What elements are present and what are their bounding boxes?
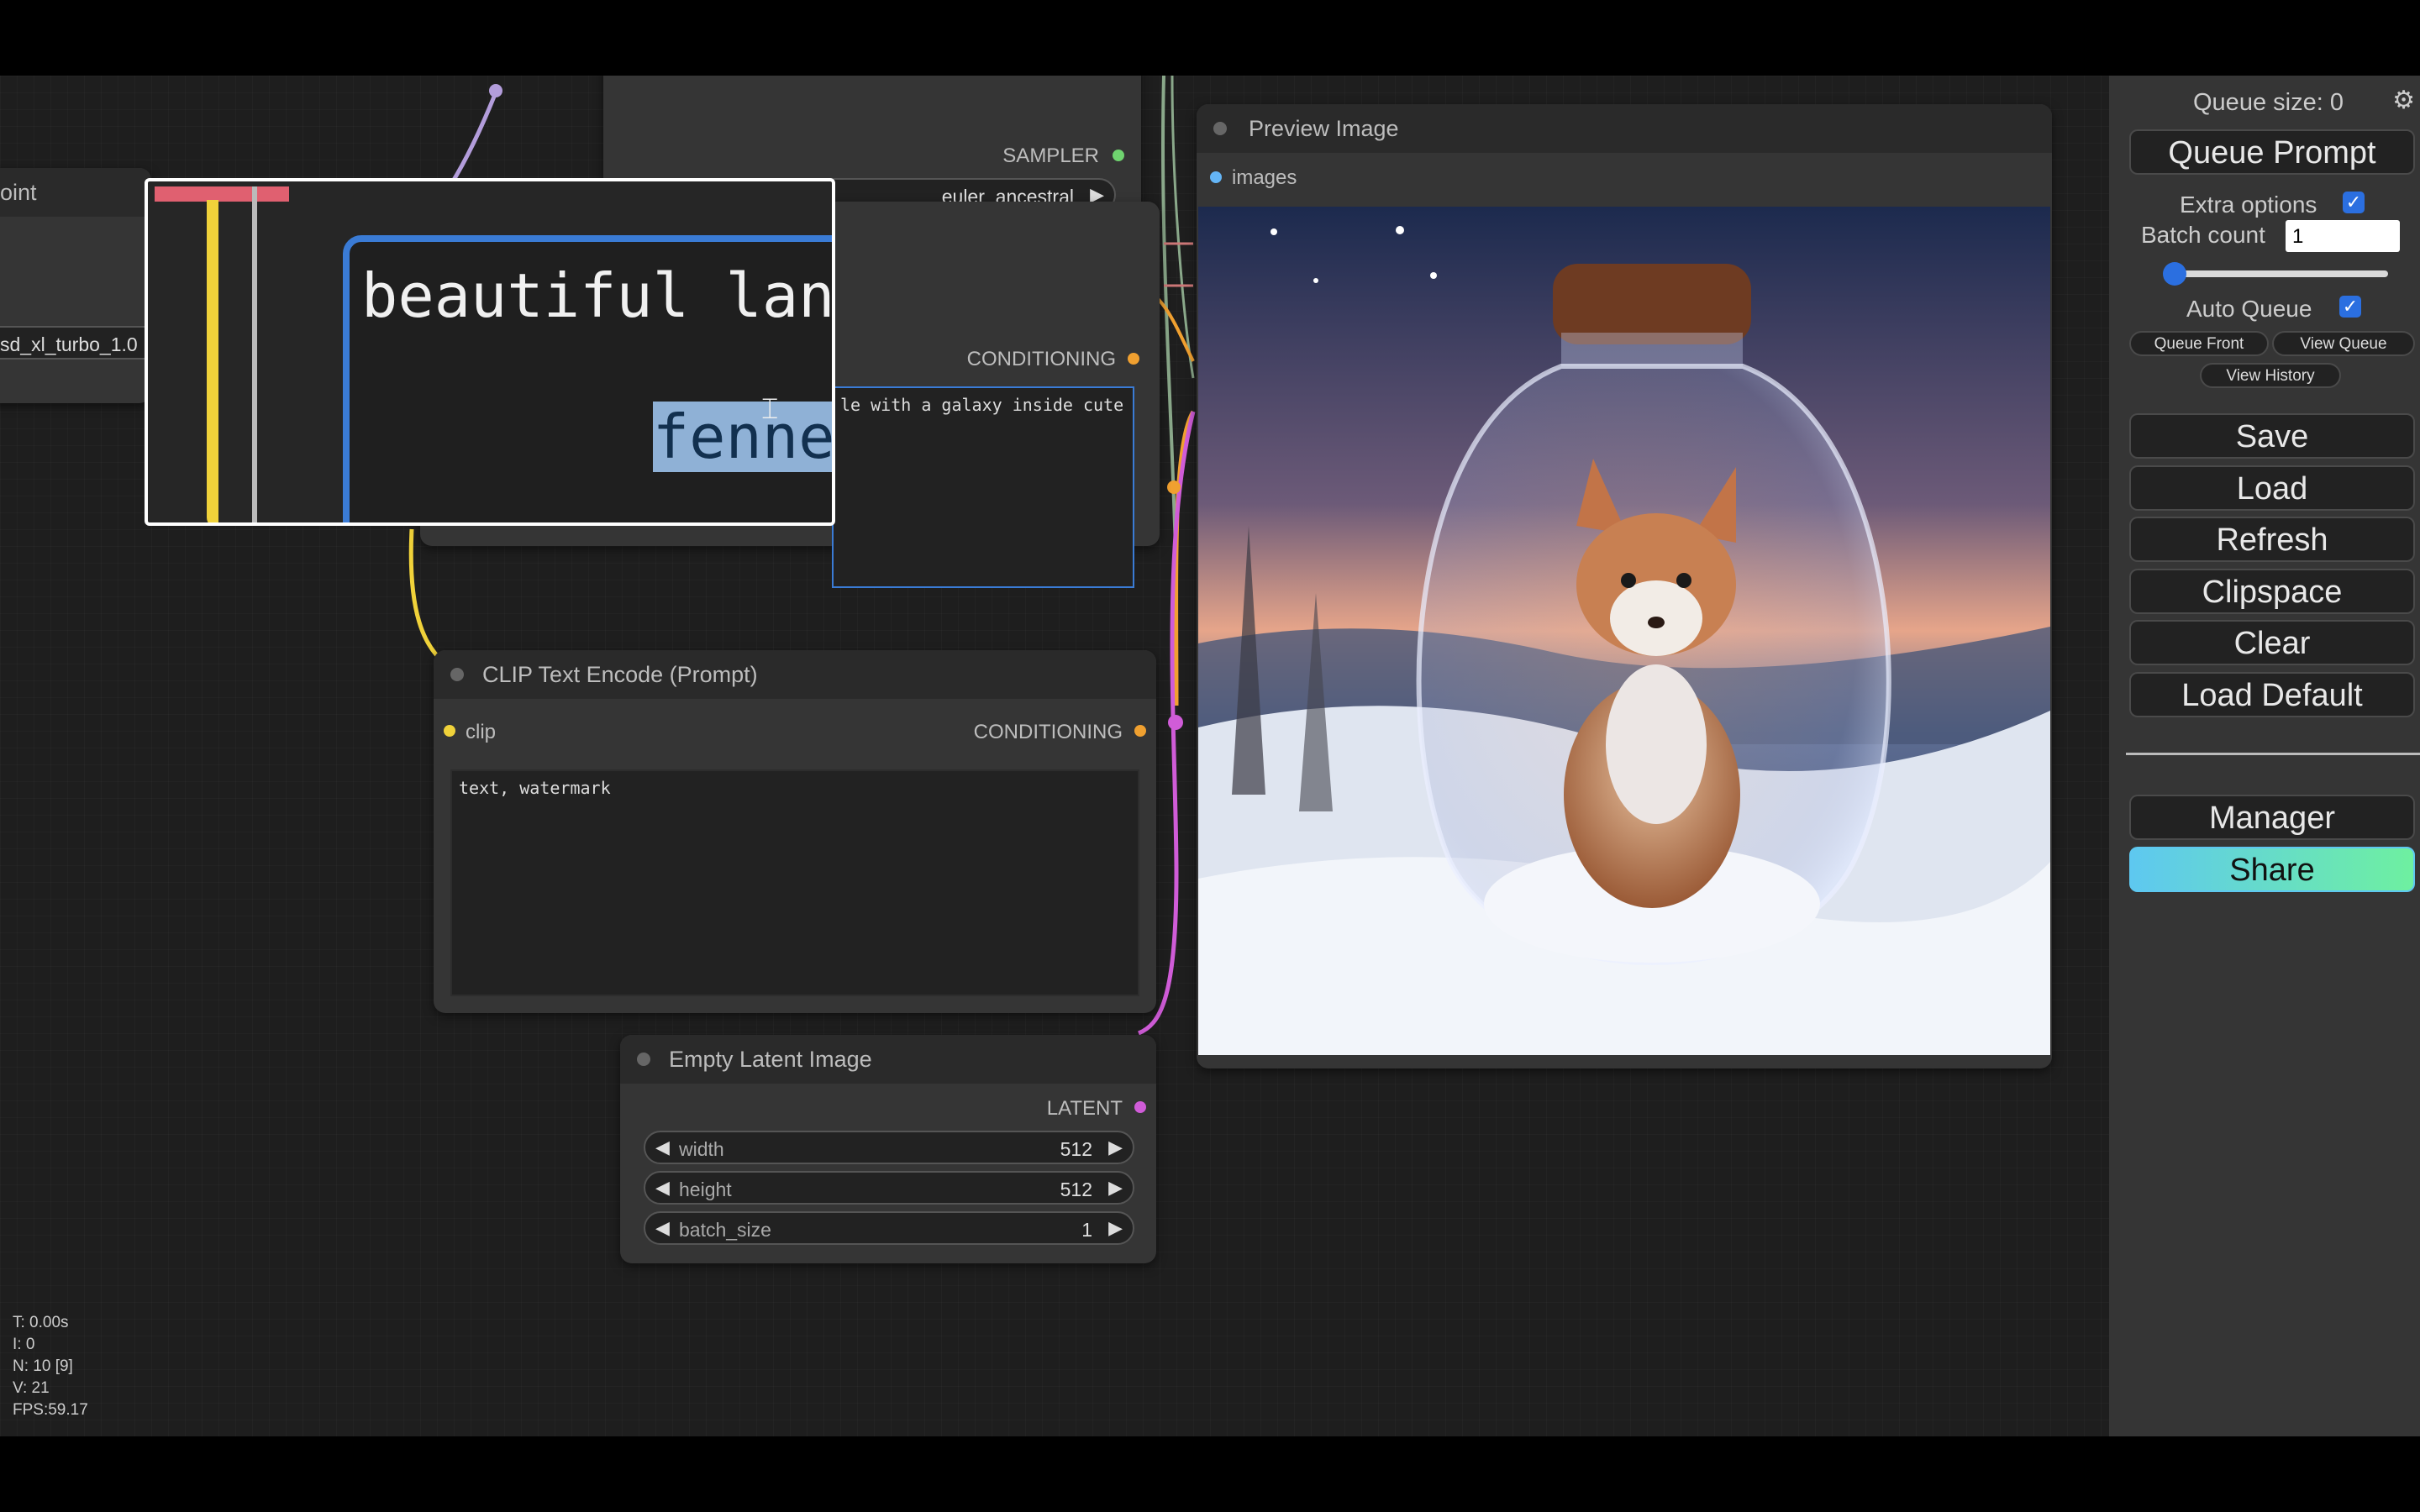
batch-count-slider[interactable] bbox=[2163, 262, 2388, 286]
collapse-dot-icon[interactable] bbox=[637, 1053, 650, 1066]
images-input-slot[interactable] bbox=[1210, 171, 1222, 183]
images-input-label: images bbox=[1232, 166, 1297, 189]
node-title: Preview Image bbox=[1249, 116, 1399, 141]
conditioning-output-slot[interactable] bbox=[1134, 725, 1146, 737]
extra-options-checkbox[interactable]: ✓ bbox=[2343, 192, 2365, 213]
selected-text: fennec fox bbox=[652, 402, 832, 472]
collapse-dot-icon[interactable] bbox=[450, 668, 464, 681]
negative-prompt-text: text, watermark bbox=[459, 778, 611, 798]
stat-time: T: 0.00s bbox=[13, 1314, 69, 1331]
widget-value: 512 bbox=[1060, 1179, 1092, 1200]
collapse-dot-icon[interactable] bbox=[1213, 122, 1227, 135]
widget-name: width bbox=[679, 1138, 724, 1160]
increment-arrow-icon[interactable]: ▶ bbox=[1108, 1217, 1123, 1239]
latent-output-label: LATENT bbox=[1046, 1097, 1123, 1120]
magnifier-red-bar bbox=[155, 186, 289, 202]
negative-prompt-textarea[interactable]: text, watermark bbox=[450, 769, 1139, 996]
zoom-magnifier: beautiful lan fennec fox sn ⌶ bbox=[145, 178, 835, 526]
sampler-output-label: SAMPLER bbox=[1002, 144, 1099, 167]
clipspace-button[interactable]: Clipspace bbox=[2129, 569, 2415, 614]
preview-image-node[interactable]: Preview Image images bbox=[1197, 104, 2052, 1068]
increment-arrow-icon[interactable]: ▶ bbox=[1108, 1177, 1123, 1199]
preview-image[interactable] bbox=[1198, 207, 2050, 1055]
clip-input-label: clip bbox=[466, 721, 497, 743]
queue-front-button[interactable]: Queue Front bbox=[2129, 331, 2269, 356]
conditioning-output-label: CONDITIONING bbox=[966, 348, 1116, 370]
batch-count-value: 1 bbox=[2292, 225, 2304, 248]
magnifier-yellow-link bbox=[207, 200, 218, 522]
extra-options-label: Extra options bbox=[2180, 192, 2317, 218]
clip-text-encode-negative-node[interactable]: CLIP Text Encode (Prompt) clip CONDITION… bbox=[434, 650, 1156, 1013]
stat-v: V: 21 bbox=[13, 1379, 50, 1397]
stat-i: I: 0 bbox=[13, 1336, 35, 1353]
widget-value: 512 bbox=[1060, 1138, 1092, 1160]
queue-prompt-button[interactable]: Queue Prompt bbox=[2129, 129, 2415, 175]
decrement-arrow-icon[interactable]: ◀ bbox=[655, 1177, 670, 1199]
latent-output-slot[interactable] bbox=[1134, 1101, 1146, 1113]
text-cursor-icon: ⌶ bbox=[761, 393, 779, 425]
node-title: CLIP Text Encode (Prompt) bbox=[482, 662, 758, 687]
batch-size-widget[interactable]: ◀ batch_size 1 ▶ bbox=[644, 1211, 1134, 1245]
auto-queue-label: Auto Queue bbox=[2186, 296, 2312, 322]
view-queue-button[interactable]: View Queue bbox=[2272, 331, 2415, 356]
sampler-output-slot[interactable] bbox=[1113, 150, 1124, 161]
width-widget[interactable]: ◀ width 512 ▶ bbox=[644, 1131, 1134, 1164]
auto-queue-checkbox[interactable]: ✓ bbox=[2339, 296, 2361, 318]
magnifier-line2: fennec fox sn bbox=[361, 331, 832, 522]
stat-n: N: 10 [9] bbox=[13, 1357, 73, 1375]
refresh-button[interactable]: Refresh bbox=[2129, 517, 2415, 562]
load-default-button[interactable]: Load Default bbox=[2129, 672, 2415, 717]
batch-count-input[interactable]: 1 bbox=[2286, 220, 2400, 252]
positive-prompt-textarea[interactable]: le with a galaxy inside cute bbox=[832, 386, 1134, 588]
decrement-arrow-icon[interactable]: ◀ bbox=[655, 1217, 670, 1239]
magnifier-textarea: beautiful lan fennec fox sn ⌶ bbox=[343, 235, 835, 522]
save-button[interactable]: Save bbox=[2129, 413, 2415, 459]
batch-count-label: Batch count bbox=[2141, 222, 2265, 248]
clip-input-slot[interactable] bbox=[444, 725, 455, 737]
decrement-arrow-icon[interactable]: ◀ bbox=[655, 1137, 670, 1158]
view-history-button[interactable]: View History bbox=[2200, 363, 2341, 388]
positive-prompt-text: le with a galaxy inside cute bbox=[840, 395, 1124, 415]
settings-gear-icon[interactable]: ⚙ bbox=[2392, 86, 2415, 115]
queue-size-label: Queue size: 0 bbox=[2193, 89, 2344, 116]
empty-latent-image-node[interactable]: Empty Latent Image LATENT ◀ width 512 ▶ … bbox=[620, 1035, 1156, 1263]
magnifier-grey-line bbox=[252, 186, 257, 522]
slider-thumb[interactable] bbox=[2163, 262, 2186, 286]
conditioning-output-label: CONDITIONING bbox=[973, 721, 1123, 743]
stat-fps: FPS:59.17 bbox=[13, 1401, 88, 1419]
graph-canvas[interactable]: oint sd_xl_turbo_1.0 SAMPLER ◀ sampler_n… bbox=[0, 76, 2420, 1436]
panel-divider bbox=[2126, 753, 2420, 755]
clear-button[interactable]: Clear bbox=[2129, 620, 2415, 665]
node-title: Empty Latent Image bbox=[669, 1047, 872, 1072]
ckpt-name-value: sd_xl_turbo_1.0 bbox=[0, 333, 138, 355]
widget-name: height bbox=[679, 1179, 732, 1200]
widget-name: batch_size bbox=[679, 1219, 771, 1241]
load-button[interactable]: Load bbox=[2129, 465, 2415, 511]
ckpt-name-widget[interactable]: sd_xl_turbo_1.0 bbox=[0, 326, 151, 360]
manager-button[interactable]: Manager bbox=[2129, 795, 2415, 840]
share-button[interactable]: Share bbox=[2129, 847, 2415, 892]
height-widget[interactable]: ◀ height 512 ▶ bbox=[644, 1171, 1134, 1205]
queue-panel: Queue size: 0 ⚙ Queue Prompt Extra optio… bbox=[2109, 76, 2420, 1436]
load-checkpoint-node[interactable]: oint sd_xl_turbo_1.0 bbox=[0, 168, 151, 403]
increment-arrow-icon[interactable]: ▶ bbox=[1108, 1137, 1123, 1158]
widget-value: 1 bbox=[1081, 1219, 1092, 1241]
conditioning-output-slot[interactable] bbox=[1128, 353, 1139, 365]
magnifier-line1: beautiful lan bbox=[361, 260, 835, 331]
node-title: oint bbox=[0, 180, 37, 205]
